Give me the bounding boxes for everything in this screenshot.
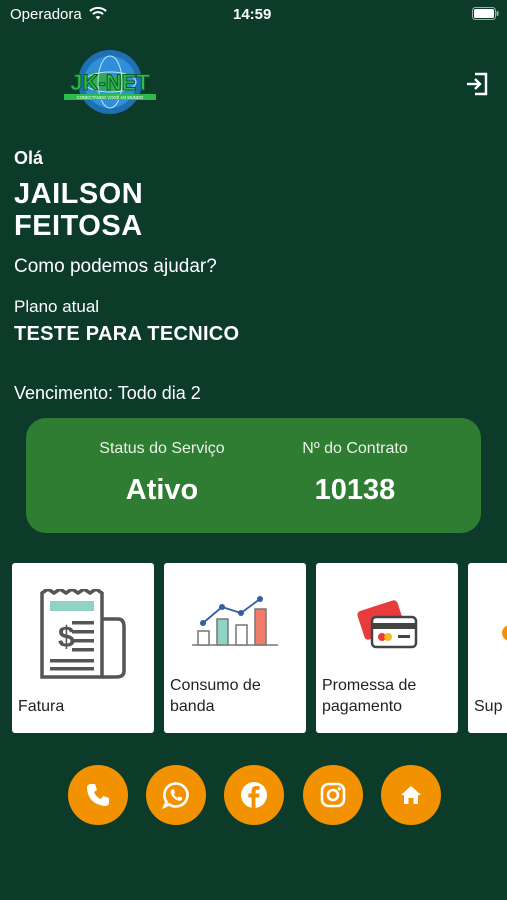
plan-name: TESTE PARA TECNICO — [14, 323, 240, 345]
credit-card-icon — [357, 600, 418, 649]
whatsapp-button[interactable] — [146, 765, 206, 825]
plan-label: Plano atual — [14, 297, 100, 316]
help-prompt: Como podemos ajudar? — [14, 256, 217, 277]
menu-tile-promessa-de-pagamento[interactable]: Promessa de pagamento — [316, 563, 458, 733]
phone-icon — [87, 784, 109, 806]
logout-button[interactable] — [464, 71, 490, 97]
status-label: Status do Serviço — [99, 440, 225, 457]
support-icon — [502, 625, 507, 641]
bandwidth-chart-icon — [192, 596, 278, 646]
phone-button[interactable] — [68, 765, 128, 825]
logo-wordmark: JK-NET — [70, 70, 150, 95]
menu-tile-label: Sup — [474, 698, 503, 715]
logo-tagline: CONECTANDO VOCÊ AO MUNDO — [77, 95, 144, 100]
user-name: JAILSON FEITOSA — [14, 178, 144, 242]
instagram-button[interactable] — [303, 765, 363, 825]
menu-tile-label: Promessa de pagamento — [322, 677, 417, 715]
menu-tile-suporte[interactable]: Sup — [468, 563, 507, 733]
service-status-card: Status do Serviço Ativo Nº do Contrato 1… — [26, 418, 481, 533]
due-date: Vencimento: Todo dia 2 — [14, 383, 201, 403]
contract-label: Nº do Contrato — [302, 440, 408, 457]
menu-tile-label: Fatura — [18, 698, 65, 715]
carrier-name: Operadora — [10, 6, 82, 23]
contract-number: Nº do Contrato 10138 — [255, 440, 455, 507]
home-button[interactable] — [381, 765, 441, 825]
facebook-icon — [241, 782, 267, 808]
wifi-icon — [89, 6, 107, 20]
menu-carousel[interactable]: $ Fatura Consumo de banda Promessa de pa… — [12, 563, 507, 733]
clock: 14:59 — [233, 6, 272, 23]
home-icon — [401, 786, 421, 804]
menu-tile-consumo-de-banda[interactable]: Consumo de banda — [164, 563, 306, 733]
status-value: Ativo — [125, 474, 199, 506]
jknet-logo: JK-NET CONECTANDO VOCÊ AO MUNDO — [58, 48, 162, 116]
logout-icon — [467, 72, 488, 96]
invoice-icon: $ — [40, 589, 126, 679]
status-bar: Operadora 14:59 — [0, 0, 507, 28]
facebook-button[interactable] — [224, 765, 284, 825]
greeting-hello: Olá — [14, 148, 44, 168]
menu-tile-label: Consumo de banda — [170, 677, 261, 715]
contract-value: 10138 — [314, 474, 396, 506]
whatsapp-icon — [162, 782, 189, 809]
service-status: Status do Serviço Ativo — [62, 440, 262, 507]
menu-tile-fatura[interactable]: $ Fatura — [12, 563, 154, 733]
instagram-icon — [320, 782, 346, 808]
battery-icon — [472, 7, 499, 20]
